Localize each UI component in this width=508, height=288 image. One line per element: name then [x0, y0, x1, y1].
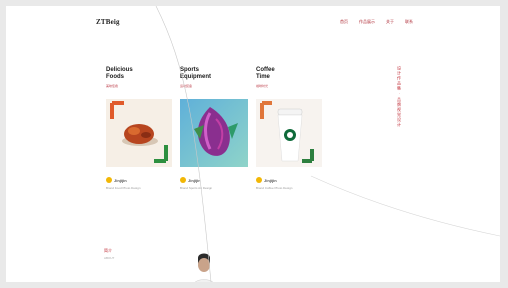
card-title-line1: Delicious	[106, 67, 133, 73]
card-title-line2: Equipment	[180, 74, 211, 80]
top-nav: 首页 作品展示 关于 联系	[340, 19, 413, 25]
nav-item-works[interactable]: 作品展示	[359, 19, 375, 25]
card-title: Coffee Time	[256, 67, 328, 81]
site-logo[interactable]: ZTBeig	[96, 18, 120, 26]
card-title-line2: Time	[256, 74, 270, 80]
card-subtitle: 运动装备	[180, 84, 193, 88]
brand-logo-icon	[256, 177, 262, 183]
brand-row: Jinjijin	[256, 177, 277, 183]
card-caption: Brand Coffee Photo Design	[256, 186, 293, 190]
card-subtitle: 咖啡时光	[256, 84, 269, 88]
sports-image[interactable]	[180, 99, 248, 167]
card-subtitle: 美味佳肴	[106, 84, 119, 88]
brand-name: Jinjijin	[114, 177, 127, 183]
card-title-line1: Coffee	[256, 67, 275, 73]
brand-logo-icon	[180, 177, 186, 183]
brand-name: Jinjijin	[188, 177, 201, 183]
card-title: Sports Equipment	[180, 67, 252, 81]
card-caption: Brand Sports Art Design	[180, 186, 213, 190]
brand-logo-icon	[106, 177, 112, 183]
portfolio-card-sports[interactable]: Sports Equipment 运动装备 Jinjijin Brand Spo…	[180, 67, 252, 190]
card-title: Delicious Foods	[106, 67, 178, 81]
page: ZTBeig 首页 作品展示 关于 联系 Delicious Foods 美味佳…	[6, 6, 500, 282]
brand-name: Jinjijin	[264, 177, 277, 183]
portfolio-card-food[interactable]: Delicious Foods 美味佳肴 Jinjijin Brand Food…	[106, 67, 178, 190]
portrait-image	[184, 250, 224, 282]
food-image[interactable]	[106, 99, 172, 167]
screen-glare	[155, 6, 500, 282]
card-title-line2: Foods	[106, 74, 124, 80]
card-caption: Brand Food Photo Design	[106, 186, 141, 190]
section-label: 简介	[104, 248, 112, 253]
card-title-line1: Sports	[180, 67, 200, 73]
section-sub: ABOUT	[104, 256, 115, 260]
coffee-image[interactable]	[256, 99, 322, 167]
vertical-tagline: 设计作品集 · 品牌视觉设计	[397, 66, 402, 128]
nav-item-about[interactable]: 关于	[386, 19, 394, 25]
brand-row: Jinjijin	[106, 177, 127, 183]
nav-item-home[interactable]: 首页	[340, 19, 348, 25]
portfolio-card-coffee[interactable]: Coffee Time 咖啡时光 Jinjijin Brand Coffee P…	[256, 67, 328, 190]
nav-item-contact[interactable]: 联系	[405, 19, 413, 25]
brand-row: Jinjijin	[180, 177, 201, 183]
